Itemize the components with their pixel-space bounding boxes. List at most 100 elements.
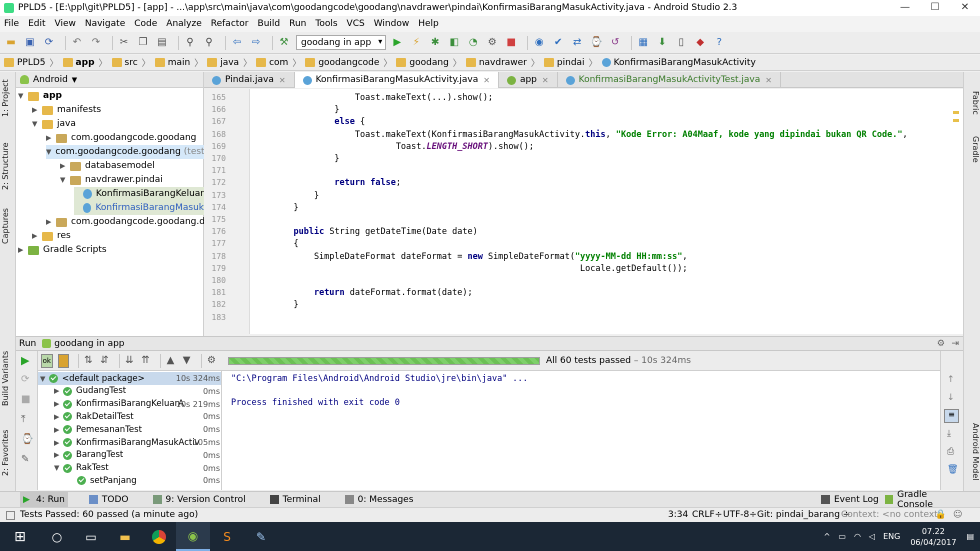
menu-vcs[interactable]: VCS [347,19,365,29]
back-icon[interactable]: ⇦ [230,36,244,50]
menu-tools[interactable]: Tools [315,19,337,29]
expand-arrow-icon[interactable]: ▶ [54,426,63,434]
profile-icon[interactable]: ◔ [466,36,480,50]
crumb-class[interactable]: KonfirmasiBarangMasukActivity [601,58,756,68]
test-row[interactable]: ▶ BarangTest 0ms [38,449,221,462]
expand-arrow-icon[interactable]: ▶ [54,413,63,421]
tab-pindai[interactable]: Pindai.java ✕ [204,72,295,88]
close-icon[interactable]: ✕ [542,76,549,85]
vcs-revert-icon[interactable]: ↺ [608,36,622,50]
crumb-goodangcode[interactable]: goodangcode 〉 [305,56,392,69]
test-row[interactable]: ▶ GudangTest 0ms [38,385,221,398]
rerun-icon[interactable]: ▶ [21,354,29,367]
git-branch[interactable]: Git: pindai_barang ÷ [757,510,850,520]
tree-package-test[interactable]: ▼ com.goodangcode.goodang (test) [46,145,208,159]
save-icon[interactable]: ▣ [23,36,37,50]
menu-help[interactable]: Help [418,19,439,29]
tree-class-masuk[interactable]: KonfirmasiBarangMasuk [74,201,204,215]
expand-arrow-icon[interactable]: ▶ [54,439,63,447]
run-config-select[interactable]: goodang in app [296,35,387,50]
gradle-tool-tab[interactable]: Gradle [966,132,980,166]
hide-icon[interactable]: ⇥ [951,339,959,349]
next-icon[interactable]: ▼ [181,354,192,368]
status-message[interactable]: Tests Passed: 60 passed (a minute ago) [20,510,198,520]
test-row[interactable]: setPanjang 0ms [38,474,221,487]
tree-navdrawer-pindai[interactable]: ▼ navdrawer.pindai [60,173,163,187]
test-row[interactable]: ▶ RakDetailTest 0ms [38,410,221,423]
rerun-failed-icon[interactable]: ⟳ [21,374,29,385]
down-icon[interactable]: ↓ [947,393,955,403]
caret-position[interactable]: 3:34 [668,510,688,520]
tool-icon[interactable]: ✎ [244,522,278,551]
network-icon[interactable]: ◠ [854,532,861,541]
collapse-all-icon[interactable]: ⇈ [140,354,151,368]
file-encoding[interactable]: UTF-8÷ [723,510,757,520]
sort-alpha-icon[interactable]: ⇅ [83,354,94,368]
open-folder-icon[interactable]: ▬ [4,36,18,50]
test-row[interactable]: ▶ KonfirmasiBarangKeluarA 10s 219ms [38,398,221,411]
test-row[interactable]: ▼ <default package> 10s 324ms [38,372,221,385]
up-icon[interactable]: ↑ [947,375,955,385]
android-monitor-icon[interactable]: ◆ [693,36,707,50]
clock[interactable]: 07.22 06/04/2017 [910,526,956,548]
minimize-button[interactable]: — [890,0,920,16]
crumb-project[interactable]: PPLD5 〉 [4,56,59,69]
tree-package-datab[interactable]: ▶ com.goodangcode.goodang.datab [46,215,225,229]
tray-expand-icon[interactable]: ^ [824,532,831,541]
battery-icon[interactable]: ▭ [838,532,846,541]
close-icon[interactable]: ✕ [765,76,772,85]
attach-debugger-icon[interactable]: ⚙ [485,36,499,50]
debug-icon[interactable]: ✱ [428,36,442,50]
crumb-goodang[interactable]: goodang 〉 [396,56,462,69]
start-icon[interactable]: ⊞ [0,522,40,551]
tree-res[interactable]: ▶ res [32,229,71,243]
coverage-icon[interactable]: ◧ [447,36,461,50]
tool-tab-vcs[interactable]: 9: Version Control [150,492,249,508]
tool-tab-terminal[interactable]: Terminal [267,492,324,508]
expand-arrow-icon[interactable]: ▼ [40,375,49,383]
project-structure-icon[interactable]: ▦ [636,36,650,50]
notifications-icon[interactable]: ▤ [966,532,974,541]
tree-gradle-scripts[interactable]: ▶ Gradle Scripts [18,243,107,257]
tree-java[interactable]: ▼ java [32,117,76,131]
make-project-icon[interactable]: ⚒ [277,36,291,50]
sort-duration-icon[interactable]: ⇵ [99,354,110,368]
close-button[interactable]: ✕ [950,0,980,16]
avd-manager-icon[interactable]: ▯ [674,36,688,50]
tool-tab-gradle-console[interactable]: Gradle Console [882,490,962,510]
file-explorer-icon[interactable]: ▬ [108,522,142,551]
structure-tool-tab[interactable]: 2: Structure [1,138,15,194]
paste-icon[interactable]: ▤ [155,36,169,50]
chrome-icon[interactable] [142,522,176,551]
vcs-commit-icon[interactable]: ✔ [551,36,565,50]
test-settings-icon[interactable]: ⚙ [206,354,217,368]
tree-manifests[interactable]: ▶ manifests [32,103,101,117]
expand-arrow-icon[interactable]: ▶ [54,451,63,459]
stop-icon[interactable]: ■ [504,36,518,50]
crumb-com[interactable]: com 〉 [256,56,301,69]
search-icon[interactable]: ○ [40,522,74,551]
menu-refactor[interactable]: Refactor [211,19,249,29]
expand-arrow-icon[interactable]: ▶ [54,387,63,395]
menu-view[interactable]: View [55,19,76,29]
forward-icon[interactable]: ⇨ [249,36,263,50]
vcs-update-icon[interactable]: ◉ [532,36,546,50]
sync-icon[interactable]: ⟳ [42,36,56,50]
help-icon[interactable]: ? [712,36,726,50]
tab-konfirmasi-masuk-test[interactable]: KonfirmasiBarangMasukActivityTest.java ✕ [558,72,781,88]
run-console[interactable]: "C:\Program Files\Android\Android Studio… [222,371,940,490]
find-icon[interactable]: ⚲ [183,36,197,50]
scroll-to-end-icon[interactable]: ⤓ [947,429,951,439]
tree-class-keluar[interactable]: KonfirmasiBarangKeluar [74,187,204,201]
code-editor[interactable]: 165 166 167 168 169 170 171 172 173 174 175 176 177 1… [204,89,963,334]
show-ignored-icon[interactable] [57,353,70,368]
tool-tab-messages[interactable]: 0: Messages [342,492,417,508]
language-indicator[interactable]: ENG [883,532,900,541]
undo-icon[interactable]: ↶ [70,36,84,50]
volume-icon[interactable]: ◁ [869,532,875,541]
previous-icon[interactable]: ▲ [165,354,176,368]
warning-marker[interactable] [953,119,959,122]
menu-run[interactable]: Run [289,19,306,29]
project-view-selector[interactable]: Android ▼ [16,72,203,88]
menu-analyze[interactable]: Analyze [166,19,201,29]
